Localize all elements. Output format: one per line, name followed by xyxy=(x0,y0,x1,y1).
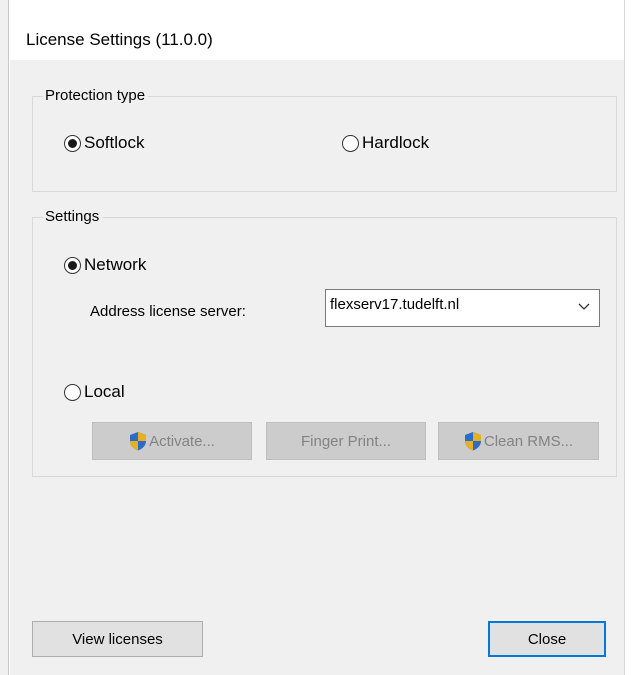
network-radio[interactable]: Network xyxy=(64,255,146,275)
window-edge-right xyxy=(624,0,633,675)
address-license-server-value: flexserv17.tudelft.nl xyxy=(330,296,460,313)
finger-print-button-label: Finger Print... xyxy=(300,432,392,450)
network-radio-indicator[interactable] xyxy=(64,256,81,274)
clean-rms-button-label: Clean RMS... xyxy=(483,432,574,450)
hardlock-radio-indicator[interactable] xyxy=(342,134,359,152)
softlock-radio-indicator[interactable] xyxy=(64,134,81,152)
address-license-server-label: Address license server: xyxy=(90,303,246,320)
close-button[interactable]: Close xyxy=(488,621,606,657)
window-edge-left xyxy=(0,0,9,675)
address-license-server-combobox[interactable]: flexserv17.tudelft.nl xyxy=(325,289,600,327)
settings-legend: Settings xyxy=(43,207,103,227)
settings-group: Settings Network Address license server:… xyxy=(32,207,617,477)
softlock-label[interactable]: Softlock xyxy=(84,133,144,153)
finger-print-button[interactable]: Finger Print... xyxy=(266,422,426,460)
local-label[interactable]: Local xyxy=(84,382,125,402)
clean-rms-button[interactable]: Clean RMS... xyxy=(438,422,599,460)
chevron-down-icon[interactable] xyxy=(577,299,591,313)
view-licenses-button[interactable]: View licenses xyxy=(32,621,203,657)
hardlock-radio[interactable]: Hardlock xyxy=(342,133,429,153)
local-radio[interactable]: Local xyxy=(64,382,125,402)
protection-type-legend: Protection type xyxy=(43,86,149,106)
network-label[interactable]: Network xyxy=(84,255,146,275)
title-bar[interactable]: License Settings (11.0.0) xyxy=(10,0,624,60)
dialog-body: Protection type Softlock Hardlock Settin… xyxy=(10,60,624,675)
view-licenses-button-label: View licenses xyxy=(72,630,163,648)
hardlock-label[interactable]: Hardlock xyxy=(362,133,429,153)
local-radio-indicator[interactable] xyxy=(64,383,81,401)
window-title: License Settings (11.0.0) xyxy=(26,30,213,49)
uac-shield-icon xyxy=(464,432,481,451)
protection-type-group: Protection type Softlock Hardlock xyxy=(32,86,617,192)
activate-button-label: Activate... xyxy=(149,432,215,450)
close-button-label: Close xyxy=(527,630,567,648)
softlock-radio[interactable]: Softlock xyxy=(64,133,144,153)
activate-button[interactable]: Activate... xyxy=(92,422,252,460)
uac-shield-icon xyxy=(130,432,147,451)
